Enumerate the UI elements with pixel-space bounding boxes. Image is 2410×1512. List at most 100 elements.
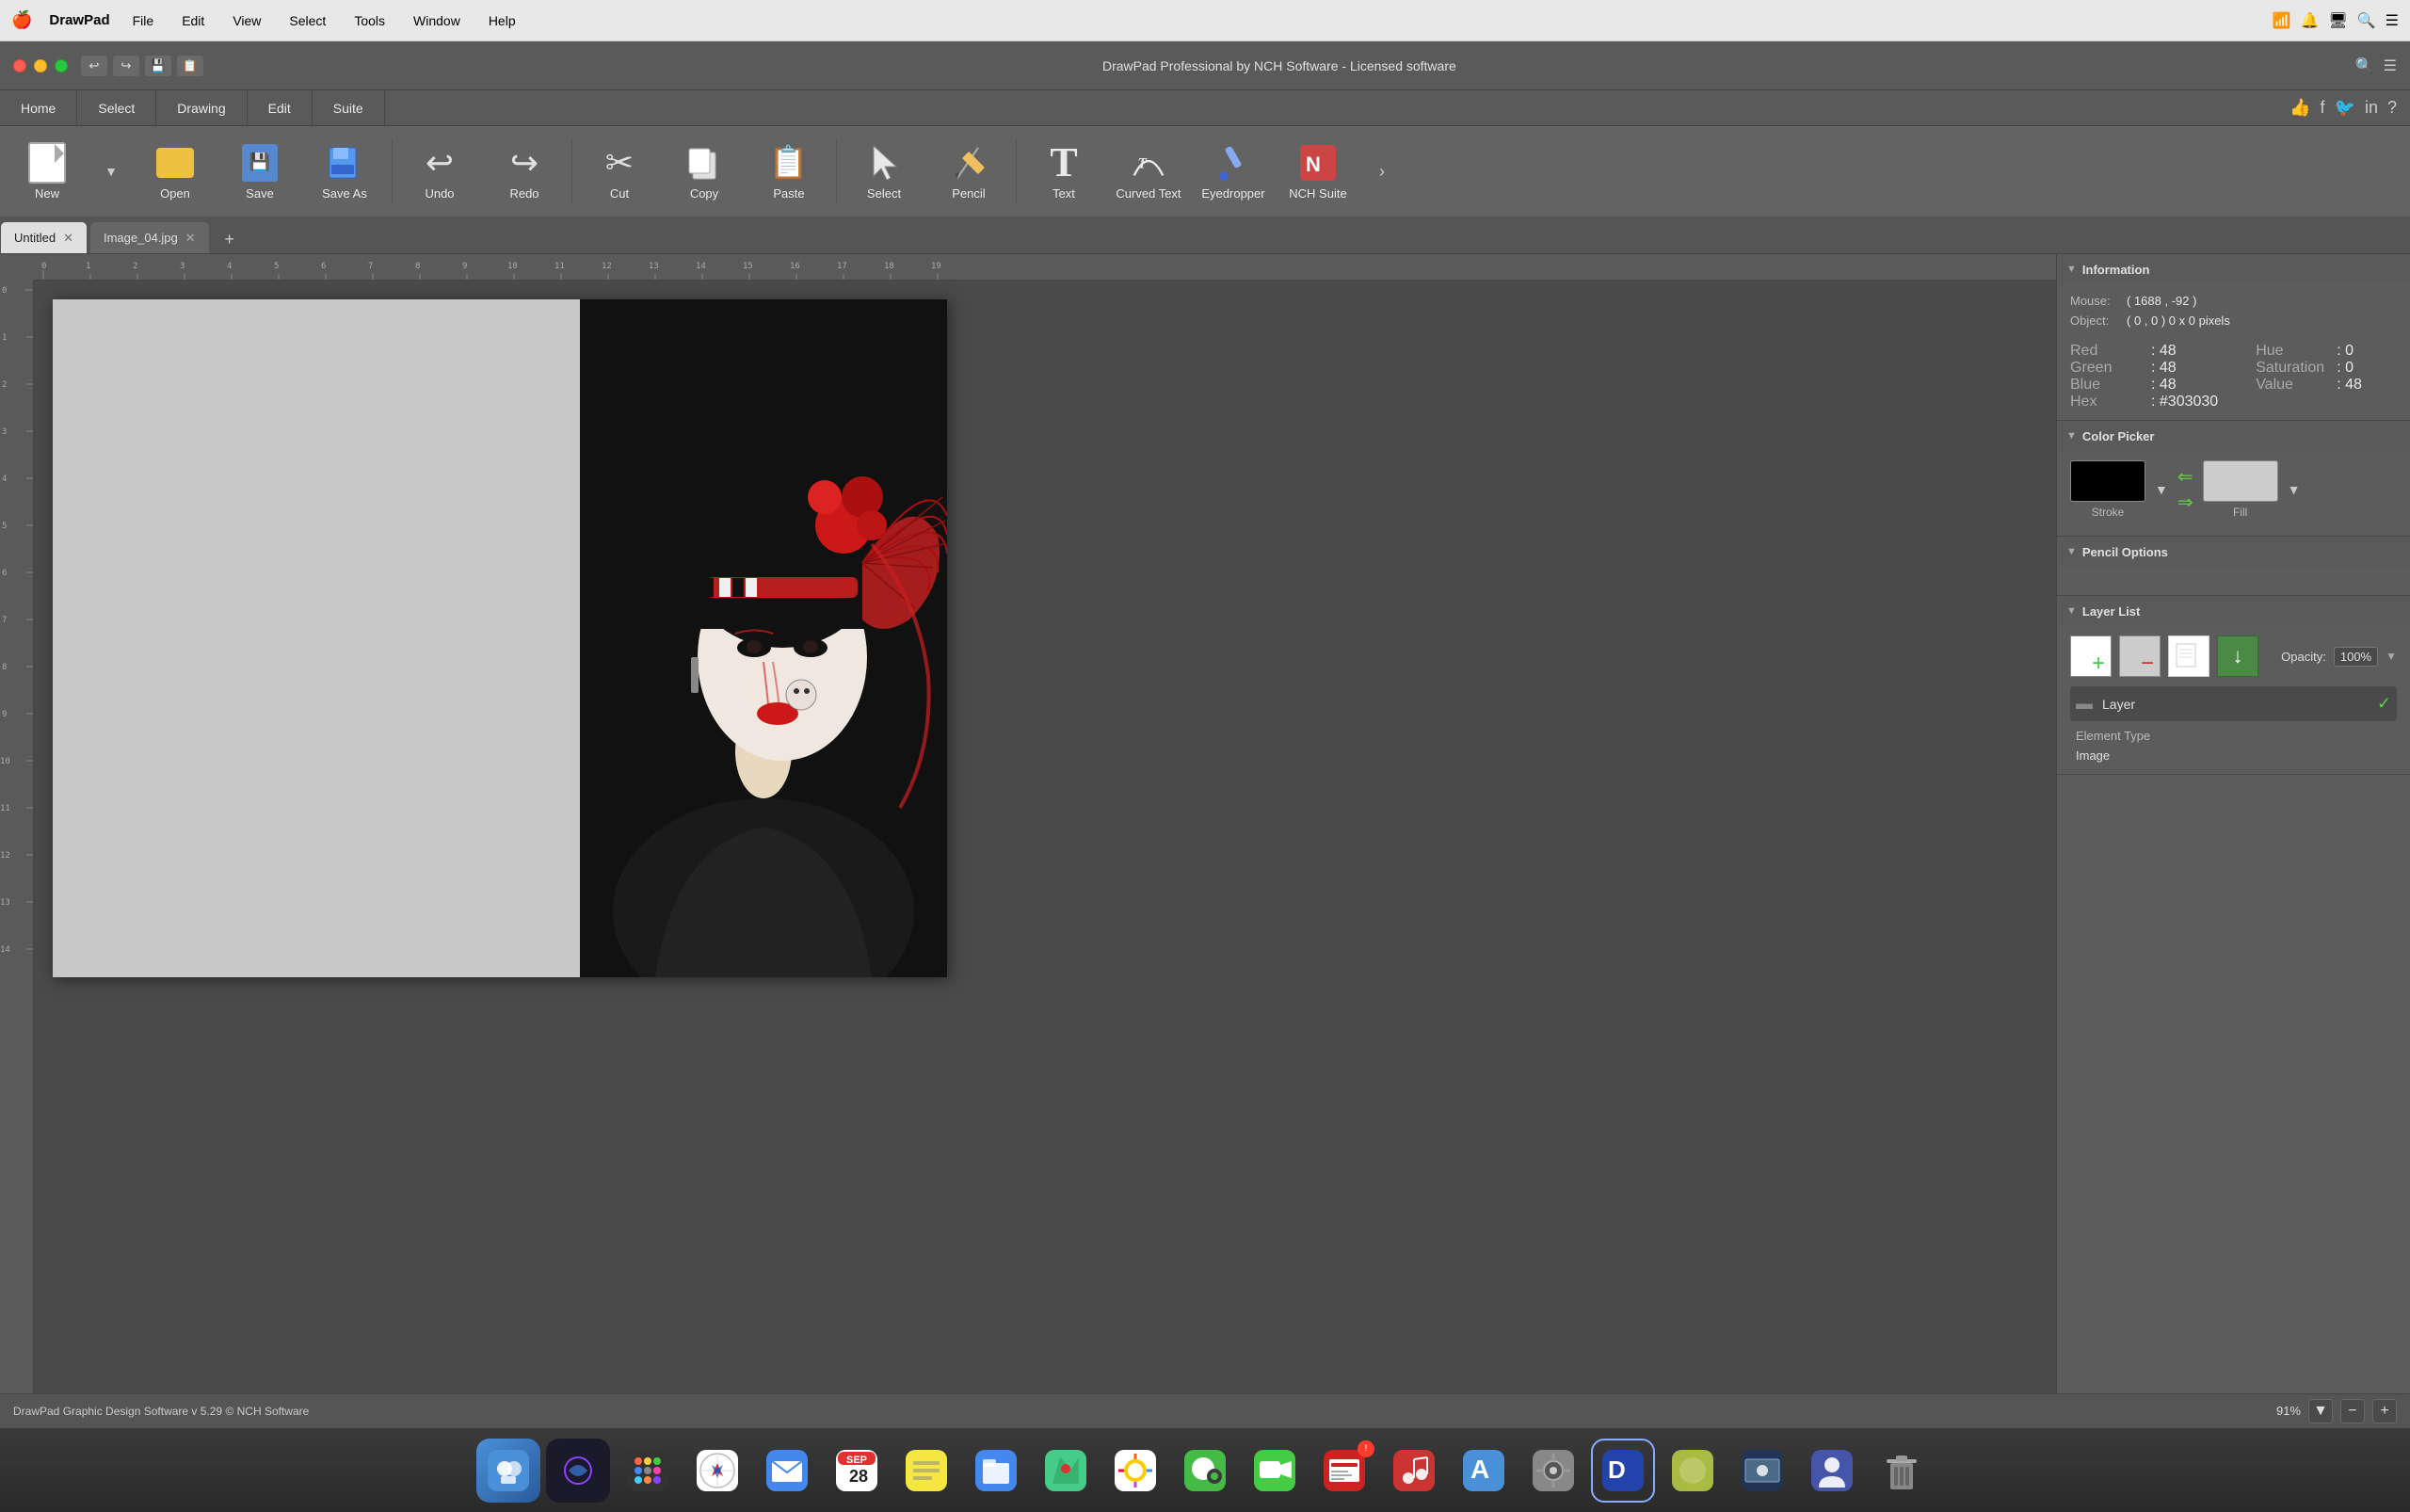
dock-safari[interactable]	[685, 1439, 749, 1503]
open-button[interactable]: Open	[134, 130, 217, 213]
saveas-floppy-button[interactable]: 📋	[177, 56, 203, 76]
redo-titlebar-button[interactable]: ↪	[113, 56, 139, 76]
layer-list-header[interactable]: ▼ Layer List	[2057, 596, 2410, 626]
zoom-out-button[interactable]: −	[2340, 1399, 2365, 1424]
dock-appstore[interactable]: A	[1452, 1439, 1516, 1503]
tab-image04-close[interactable]: ✕	[185, 231, 196, 246]
paste-button[interactable]: 📋 Paste	[747, 130, 830, 213]
settings-titlebar-icon[interactable]: ☰	[2384, 56, 2397, 75]
dock-photos[interactable]	[1103, 1439, 1167, 1503]
dock-app19[interactable]	[1800, 1439, 1864, 1503]
dock-notes[interactable]	[894, 1439, 958, 1503]
menu-window[interactable]: Window	[408, 11, 466, 30]
tab-image04[interactable]: Image_04.jpg ✕	[89, 221, 210, 253]
dock-launchpad[interactable]	[616, 1439, 680, 1503]
dock-mail[interactable]	[755, 1439, 819, 1503]
toolbar-sep-4	[1016, 138, 1017, 204]
eyedropper-button[interactable]: Eyedropper	[1192, 130, 1275, 213]
tab-add-button[interactable]: +	[216, 225, 244, 253]
menu-view[interactable]: View	[227, 11, 266, 30]
tab-untitled[interactable]: Untitled ✕	[0, 221, 88, 253]
close-button[interactable]	[13, 59, 26, 72]
add-layer-button[interactable]: +	[2070, 635, 2112, 677]
saveas-button[interactable]: Save As	[303, 130, 386, 213]
help-icon[interactable]: ?	[2387, 98, 2397, 118]
tab-untitled-close[interactable]: ✕	[63, 231, 73, 246]
layer-page-thumb[interactable]	[2168, 635, 2209, 677]
dock-photoslideshow[interactable]	[1730, 1439, 1794, 1503]
apptoolbar-drawing[interactable]: Drawing	[156, 90, 247, 126]
dock-files[interactable]	[964, 1439, 1028, 1503]
nchsuite-button[interactable]: N NCH Suite	[1277, 130, 1359, 213]
dock-siri[interactable]	[546, 1439, 610, 1503]
zoom-dropdown-button[interactable]: ▼	[2308, 1399, 2333, 1424]
notification-icon[interactable]: 🔔	[2301, 11, 2320, 30]
apptoolbar-select[interactable]: Select	[77, 90, 156, 126]
undo-titlebar-button[interactable]: ↩	[81, 56, 107, 76]
color-picker-header[interactable]: ▼ Color Picker	[2057, 421, 2410, 451]
apptoolbar-suite[interactable]: Suite	[313, 90, 385, 126]
dock-trash[interactable]	[1870, 1439, 1934, 1503]
opacity-dropdown-arrow[interactable]: ▼	[2386, 650, 2397, 663]
canvas-scroll[interactable]	[34, 281, 2056, 1393]
apptoolbar-edit[interactable]: Edit	[248, 90, 313, 126]
dock-messages[interactable]	[1173, 1439, 1237, 1503]
toolbar-more[interactable]: ›	[1361, 130, 1403, 213]
save-floppy-button[interactable]: 💾	[145, 56, 171, 76]
search-titlebar-icon[interactable]: 🔍	[2355, 56, 2374, 75]
dock-music[interactable]	[1382, 1439, 1446, 1503]
layer-item[interactable]: ▬ Layer ✓	[2070, 686, 2397, 721]
stroke-swatch[interactable]	[2070, 460, 2145, 502]
curvedtext-button[interactable]: T Curved Text	[1107, 130, 1190, 213]
stroke-dropdown[interactable]: ▼	[2155, 482, 2168, 497]
information-header[interactable]: ▼ Information	[2057, 254, 2410, 284]
apple-menu[interactable]: 🍎	[11, 10, 32, 30]
new-dropdown[interactable]: ▼	[90, 130, 132, 213]
value-label: Value	[2256, 377, 2331, 394]
fill-dropdown[interactable]: ▼	[2288, 482, 2301, 497]
saveas-icon	[325, 143, 364, 183]
dock-news[interactable]: !	[1312, 1439, 1376, 1503]
dock-finder[interactable]	[476, 1439, 540, 1503]
information-title: Information	[2082, 263, 2150, 277]
export-layer-button[interactable]: ↓	[2217, 635, 2258, 677]
undo-button[interactable]: ↩ Undo	[398, 130, 481, 213]
search-menubar-icon[interactable]: 🔍	[2357, 11, 2376, 30]
dock-calendar[interactable]: SEP28	[825, 1439, 889, 1503]
app-container: 🍎 DrawPad File Edit View Select Tools Wi…	[0, 0, 2410, 1512]
redo-button[interactable]: ↪ Redo	[483, 130, 566, 213]
dock-maps[interactable]	[1034, 1439, 1098, 1503]
fullscreen-button[interactable]	[55, 59, 68, 72]
ruler-horizontal: 0 1 2 3 4 5 6 7	[34, 254, 2056, 281]
dock-app17[interactable]	[1661, 1439, 1725, 1503]
dock-facetime[interactable]	[1243, 1439, 1307, 1503]
minimize-button[interactable]	[34, 59, 47, 72]
layer-visible-checkmark[interactable]: ✓	[2377, 694, 2391, 714]
menu-tools[interactable]: Tools	[348, 11, 391, 30]
delete-layer-button[interactable]: −	[2119, 635, 2161, 677]
menu-select[interactable]: Select	[283, 11, 331, 30]
cut-button[interactable]: ✂ Cut	[578, 130, 661, 213]
menu-icon[interactable]: ☰	[2386, 11, 2399, 30]
zoom-in-button[interactable]: +	[2372, 1399, 2397, 1424]
swap-arrows[interactable]: ⇐ ⇒	[2177, 465, 2193, 514]
pencil-button[interactable]: Pencil	[927, 130, 1010, 213]
app-name[interactable]: DrawPad	[49, 12, 109, 28]
save-button[interactable]: 💾 Save	[218, 130, 301, 213]
menu-file[interactable]: File	[127, 11, 160, 30]
copy-button[interactable]: Copy	[663, 130, 746, 213]
canvas-surface[interactable]	[53, 299, 947, 977]
new-button[interactable]: New	[6, 130, 88, 213]
select-button[interactable]: Select	[843, 130, 925, 213]
menu-help[interactable]: Help	[483, 11, 522, 30]
fill-swatch[interactable]	[2203, 460, 2278, 502]
layer-list-collapse-icon: ▼	[2066, 605, 2077, 617]
pencil-options-header[interactable]: ▼ Pencil Options	[2057, 537, 2410, 567]
dock-drawpad[interactable]: D	[1591, 1439, 1655, 1503]
screen-icon[interactable]: 🖥	[2328, 11, 2347, 30]
menu-edit[interactable]: Edit	[176, 11, 210, 30]
text-button[interactable]: T Text	[1022, 130, 1105, 213]
svg-text:3: 3	[180, 262, 185, 271]
apptoolbar-home[interactable]: Home	[0, 90, 77, 126]
dock-systemprefs[interactable]	[1521, 1439, 1585, 1503]
